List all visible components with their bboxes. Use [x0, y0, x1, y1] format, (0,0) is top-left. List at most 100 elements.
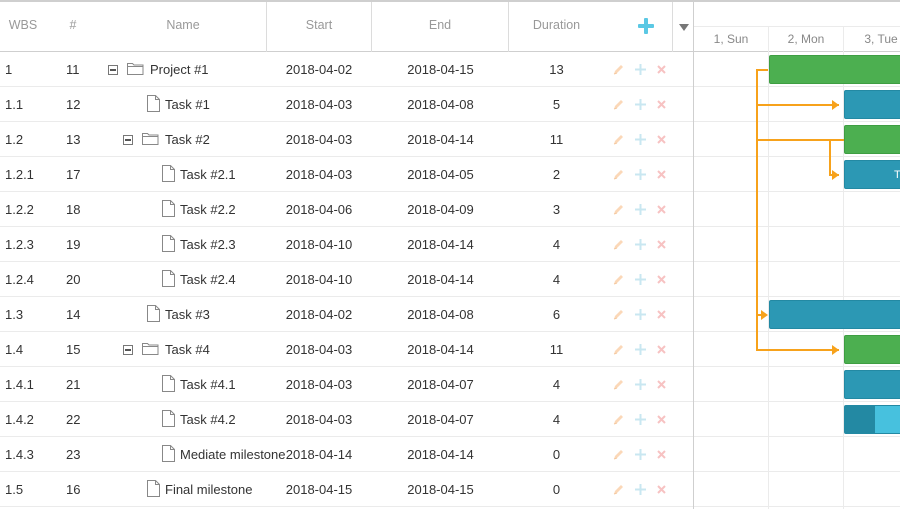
task-name[interactable]: Project #1: [150, 52, 209, 87]
plus-icon[interactable]: [634, 413, 647, 426]
close-icon[interactable]: [655, 483, 668, 496]
close-icon[interactable]: [655, 273, 668, 286]
plus-icon[interactable]: [634, 448, 647, 461]
wbs-cell: 1.2.2: [5, 202, 34, 217]
timeline-scale: 1, Sun 2, Mon 3, Tue: [694, 27, 900, 52]
plus-icon[interactable]: [634, 168, 647, 181]
pencil-icon[interactable]: [612, 168, 625, 181]
column-header-wbs[interactable]: WBS: [0, 2, 46, 52]
table-row[interactable]: 1 11 Project #1 2018-04-02 2018-04-15 13: [0, 52, 693, 87]
collapse-minus-icon[interactable]: [108, 65, 118, 75]
pencil-icon[interactable]: [612, 448, 625, 461]
start-date-cell: 2018-04-02: [285, 307, 353, 322]
task-name[interactable]: Task #2: [165, 122, 210, 157]
table-row[interactable]: 1.5 16 Final milestone 2018-04-15 2018-04-15…: [0, 472, 693, 507]
plus-icon[interactable]: [634, 203, 647, 216]
end-date-cell: 2018-04-09: [407, 202, 474, 217]
table-row[interactable]: 1.2.1 17 Task #2.1 2018-04-03 2018-04-05 2: [0, 157, 693, 192]
folder-icon: [142, 132, 159, 145]
id-cell: 23: [66, 447, 81, 462]
pencil-icon[interactable]: [612, 203, 625, 216]
pencil-icon[interactable]: [612, 133, 625, 146]
start-date-cell: 2018-04-02: [285, 62, 353, 77]
table-row[interactable]: 1.2.3 19 Task #2.3 2018-04-10 2018-04-14 4: [0, 227, 693, 262]
plus-icon[interactable]: [634, 273, 647, 286]
table-row[interactable]: 1.2 13 Task #2 2018-04-03 2018-04-14 11: [0, 122, 693, 157]
plus-icon[interactable]: [634, 378, 647, 391]
name-cell: Task #4: [165, 332, 265, 367]
name-cell: Task #1: [165, 87, 265, 122]
table-row[interactable]: 1.4.2 22 Task #4.2 2018-04-03 2018-04-07 4: [0, 402, 693, 437]
column-header-start[interactable]: Start: [267, 2, 371, 52]
table-row[interactable]: 1.4 15 Task #4 2018-04-03 2018-04-14 11: [0, 332, 693, 367]
column-header-name[interactable]: Name: [100, 2, 266, 52]
close-icon[interactable]: [655, 378, 668, 391]
pencil-icon[interactable]: [612, 483, 625, 496]
pencil-icon[interactable]: [612, 238, 625, 251]
task-name[interactable]: Task #2.1: [180, 157, 236, 192]
table-row[interactable]: 1.4.1 21 Task #4.1 2018-04-03 2018-04-07 4: [0, 367, 693, 402]
plus-icon[interactable]: [634, 133, 647, 146]
id-cell: 11: [66, 62, 80, 77]
gantt-chart: WBS # Name Start End Duration 1 11 Project…: [0, 0, 900, 509]
name-cell: Project #1: [150, 52, 265, 87]
dependency-link[interactable]: [829, 140, 839, 176]
task-name[interactable]: Task #3: [165, 297, 210, 332]
task-name[interactable]: Task #4.2: [180, 402, 236, 437]
collapse-minus-icon[interactable]: [123, 135, 133, 145]
close-icon[interactable]: [655, 168, 668, 181]
pencil-icon[interactable]: [612, 63, 625, 76]
pencil-icon[interactable]: [612, 308, 625, 321]
task-name[interactable]: Task #1: [165, 87, 210, 122]
table-row[interactable]: 1.2.2 18 Task #2.2 2018-04-06 2018-04-09 3: [0, 192, 693, 227]
task-name[interactable]: Final milestone: [165, 472, 252, 507]
task-name[interactable]: Task #2.2: [180, 192, 236, 227]
close-icon[interactable]: [655, 448, 668, 461]
folder-icon: [127, 62, 144, 75]
pencil-icon[interactable]: [612, 343, 625, 356]
dependency-link[interactable]: [756, 69, 839, 351]
close-icon[interactable]: [655, 413, 668, 426]
duration-cell: 6: [552, 307, 561, 322]
name-cell: Final milestone: [165, 472, 265, 507]
plus-icon[interactable]: [634, 343, 647, 356]
table-row[interactable]: 1.2.4 20 Task #2.4 2018-04-10 2018-04-14 4: [0, 262, 693, 297]
plus-icon[interactable]: [634, 98, 647, 111]
pencil-icon[interactable]: [612, 273, 625, 286]
name-cell: Task #3: [165, 297, 265, 332]
pencil-icon[interactable]: [612, 413, 625, 426]
end-date-cell: 2018-04-15: [407, 482, 474, 497]
task-name[interactable]: Task #4: [165, 332, 210, 367]
dropdown-arrow-icon[interactable]: [672, 2, 693, 52]
wbs-cell: 1.3: [5, 307, 24, 322]
task-name[interactable]: Task #2.3: [180, 227, 236, 262]
column-header-end[interactable]: End: [372, 2, 508, 52]
duration-cell: 4: [552, 377, 561, 392]
table-row[interactable]: 1.1 12 Task #1 2018-04-03 2018-04-08 5: [0, 87, 693, 122]
pencil-icon[interactable]: [612, 378, 625, 391]
add-task-icon[interactable]: [636, 16, 656, 36]
plus-icon[interactable]: [634, 308, 647, 321]
table-row[interactable]: 1.4.3 23 Mediate milestone 2018-04-14 2018-0…: [0, 437, 693, 472]
close-icon[interactable]: [655, 98, 668, 111]
close-icon[interactable]: [655, 63, 668, 76]
name-cell: Task #2.3: [180, 227, 265, 262]
file-icon: [147, 305, 160, 322]
close-icon[interactable]: [655, 203, 668, 216]
plus-icon[interactable]: [634, 483, 647, 496]
pencil-icon[interactable]: [612, 98, 625, 111]
close-icon[interactable]: [655, 308, 668, 321]
duration-cell: 0: [552, 482, 561, 497]
end-date-cell: 2018-04-08: [407, 307, 474, 322]
column-header-duration[interactable]: Duration: [509, 2, 604, 52]
column-header-number[interactable]: #: [46, 2, 100, 52]
table-row[interactable]: 1.3 14 Task #3 2018-04-02 2018-04-08 6: [0, 297, 693, 332]
close-icon[interactable]: [655, 343, 668, 356]
close-icon[interactable]: [655, 133, 668, 146]
collapse-minus-icon[interactable]: [123, 345, 133, 355]
close-icon[interactable]: [655, 238, 668, 251]
task-name[interactable]: Task #4.1: [180, 367, 236, 402]
task-name[interactable]: Task #2.4: [180, 262, 236, 297]
plus-icon[interactable]: [634, 63, 647, 76]
plus-icon[interactable]: [634, 238, 647, 251]
